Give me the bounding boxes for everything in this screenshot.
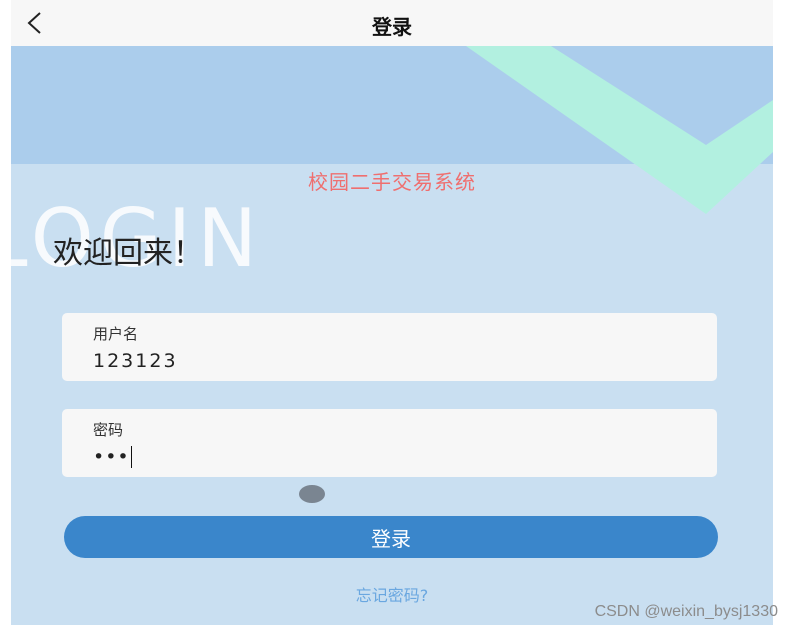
csdn-watermark: CSDN @weixin_bysj1330 (594, 603, 778, 620)
header-bar: 登录 (11, 0, 773, 46)
username-label: 用户名 (93, 325, 139, 343)
username-input[interactable] (93, 347, 683, 375)
password-field[interactable]: 密码 (62, 409, 717, 477)
text-caret (131, 446, 132, 468)
username-field[interactable]: 用户名 (62, 313, 717, 381)
password-input[interactable] (93, 443, 683, 471)
page-title: 登录 (372, 15, 412, 39)
eye-toggle-icon[interactable] (299, 485, 325, 503)
login-button[interactable]: 登录 (64, 516, 718, 558)
login-screen: 登录 校园二手交易系统 LOGIN 欢迎回来！ 用户名 密码 登录 忘记密码? (11, 0, 773, 625)
password-label: 密码 (93, 421, 124, 439)
app-name: 校园二手交易系统 (308, 170, 476, 194)
welcome-heading: 欢迎回来！ (53, 236, 203, 271)
